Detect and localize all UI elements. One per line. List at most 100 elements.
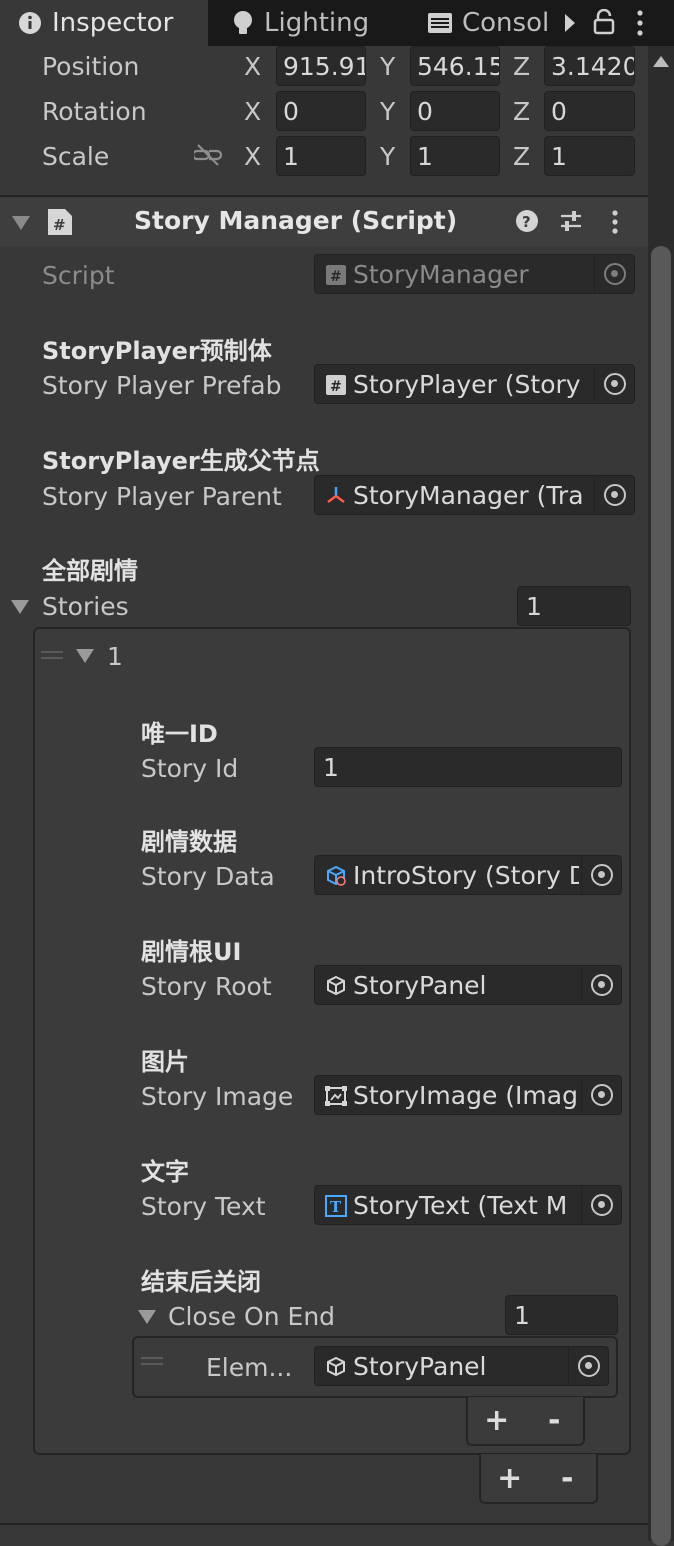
bottom-separator <box>0 1523 648 1525</box>
scale-x-field[interactable]: 1 <box>276 136 366 176</box>
stories-count-field[interactable]: 1 <box>517 586 631 626</box>
position-z-label[interactable]: Z <box>513 52 530 81</box>
story-id-field[interactable]: 1 <box>314 747 622 787</box>
stories-foldout-arrow-icon[interactable] <box>11 600 29 614</box>
tab-label: Consol <box>462 8 550 38</box>
stories-label[interactable]: Stories <box>42 592 129 621</box>
svg-text:?: ? <box>522 213 531 231</box>
story-text-value: StoryText (Text M <box>353 1191 568 1220</box>
story-image-label: Story Image <box>141 1082 294 1111</box>
rotation-y-label[interactable]: Y <box>380 97 395 126</box>
scale-z-field[interactable]: 1 <box>544 136 635 176</box>
stories-header: 全部剧情 <box>42 557 138 585</box>
position-y-label[interactable]: Y <box>380 52 395 81</box>
lock-icon[interactable] <box>592 8 616 39</box>
story-data-field[interactable]: IntroStory (Story D <box>314 855 622 895</box>
story-image-header: 图片 <box>141 1048 189 1076</box>
console-icon <box>428 13 452 33</box>
help-icon[interactable]: ? <box>515 209 539 237</box>
close-on-end-count-field[interactable]: 1 <box>505 1295 618 1335</box>
scale-y-label[interactable]: Y <box>380 142 395 171</box>
element-foldout-arrow-icon[interactable] <box>76 649 94 663</box>
player-prefab-header: StoryPlayer预制体 <box>42 337 272 365</box>
script-file-icon: # <box>326 265 346 285</box>
script-value: StoryManager <box>353 260 529 289</box>
foldout-arrow-icon[interactable] <box>12 216 30 230</box>
more-tabs-arrow-icon[interactable] <box>563 12 577 38</box>
component-separator <box>0 195 648 197</box>
story-text-label: Story Text <box>141 1192 266 1221</box>
component-header[interactable]: # Story Manager (Script) ? <box>0 198 648 246</box>
player-prefab-value: StoryPlayer (Story <box>353 370 581 399</box>
constrain-proportions-icon[interactable] <box>191 143 223 171</box>
close-element-value: StoryPanel <box>353 1352 487 1381</box>
position-z-field[interactable]: 3.1420 <box>544 46 635 86</box>
position-x-field[interactable]: 915.91 <box>276 46 366 86</box>
add-story-button[interactable]: + <box>490 1461 530 1496</box>
close-on-end-add-remove: + - <box>466 1397 585 1446</box>
scale-y-field[interactable]: 1 <box>410 136 500 176</box>
rotation-x-field[interactable]: 0 <box>276 91 366 131</box>
kebab-menu-icon[interactable] <box>636 9 644 41</box>
scrollbar-thumb[interactable] <box>651 246 671 1546</box>
remove-story-button[interactable]: - <box>547 1461 587 1496</box>
lightbulb-icon <box>232 10 254 36</box>
scale-z-label[interactable]: Z <box>513 142 530 171</box>
close-element-label: Elem... <box>206 1353 293 1382</box>
tab-label: Inspector <box>52 8 174 38</box>
close-element-field[interactable]: StoryPanel <box>314 1346 609 1386</box>
player-prefab-field[interactable]: # StoryPlayer (Story <box>314 364 635 404</box>
close-on-end-foldout-arrow-icon[interactable] <box>138 1310 156 1324</box>
scroll-up-arrow-icon[interactable] <box>653 56 669 67</box>
position-y-field[interactable]: 546.15 <box>410 46 500 86</box>
story-text-field[interactable]: T StoryText (Text M <box>314 1185 622 1225</box>
preset-sliders-icon[interactable] <box>559 210 583 236</box>
player-parent-value: StoryManager (Tra <box>353 481 584 510</box>
tab-inspector[interactable]: Inspector <box>0 0 208 46</box>
object-picker-icon[interactable] <box>581 1186 621 1224</box>
scale-x-label[interactable]: X <box>244 142 261 171</box>
gameobject-cube-icon <box>327 975 345 996</box>
position-x-label[interactable]: X <box>244 52 261 81</box>
story-id-label: Story Id <box>141 754 239 783</box>
add-element-button[interactable]: + <box>477 1403 517 1438</box>
close-on-end-label[interactable]: Close On End <box>168 1302 335 1331</box>
story-data-header: 剧情数据 <box>141 828 237 856</box>
object-picker-icon[interactable] <box>594 365 634 403</box>
object-picker-icon[interactable] <box>581 966 621 1004</box>
script-object-field: # StoryManager <box>314 254 635 294</box>
svg-text:#: # <box>330 269 342 285</box>
player-parent-field[interactable]: StoryManager (Tra <box>314 475 635 515</box>
object-picker-icon[interactable] <box>581 856 621 894</box>
script-file-icon: # <box>46 207 74 241</box>
rotation-y-field[interactable]: 0 <box>410 91 500 131</box>
rotation-x-label[interactable]: X <box>244 97 261 126</box>
script-file-icon: # <box>326 375 346 395</box>
story-image-field[interactable]: StoryImage (Imag <box>314 1075 622 1115</box>
gameobject-cube-icon <box>327 1356 345 1377</box>
player-parent-header: StoryPlayer生成父节点 <box>42 447 320 475</box>
story-data-value: IntroStory (Story D <box>353 861 579 890</box>
tab-console[interactable]: Consol <box>408 0 553 46</box>
rotation-label: Rotation <box>42 97 147 126</box>
tab-lighting[interactable]: Lighting <box>210 0 406 46</box>
drag-handle-icon[interactable] <box>41 651 63 659</box>
drag-handle-icon[interactable] <box>141 1357 163 1365</box>
info-icon <box>18 11 42 35</box>
story-id-header: 唯一ID <box>141 720 218 748</box>
story-root-field[interactable]: StoryPanel <box>314 965 622 1005</box>
object-picker-icon <box>594 255 634 293</box>
object-picker-icon[interactable] <box>594 476 634 514</box>
image-component-icon <box>325 1086 347 1106</box>
rotation-z-label[interactable]: Z <box>513 97 530 126</box>
rotation-z-field[interactable]: 0 <box>544 91 635 131</box>
object-picker-icon[interactable] <box>568 1347 608 1385</box>
remove-element-button[interactable]: - <box>534 1403 574 1438</box>
player-prefab-label: Story Player Prefab <box>42 371 282 400</box>
scale-label: Scale <box>42 142 110 171</box>
element-title[interactable]: 1 <box>107 642 123 671</box>
story-data-label: Story Data <box>141 862 275 891</box>
component-menu-icon[interactable] <box>611 209 619 239</box>
player-parent-label: Story Player Parent <box>42 482 282 511</box>
object-picker-icon[interactable] <box>581 1076 621 1114</box>
